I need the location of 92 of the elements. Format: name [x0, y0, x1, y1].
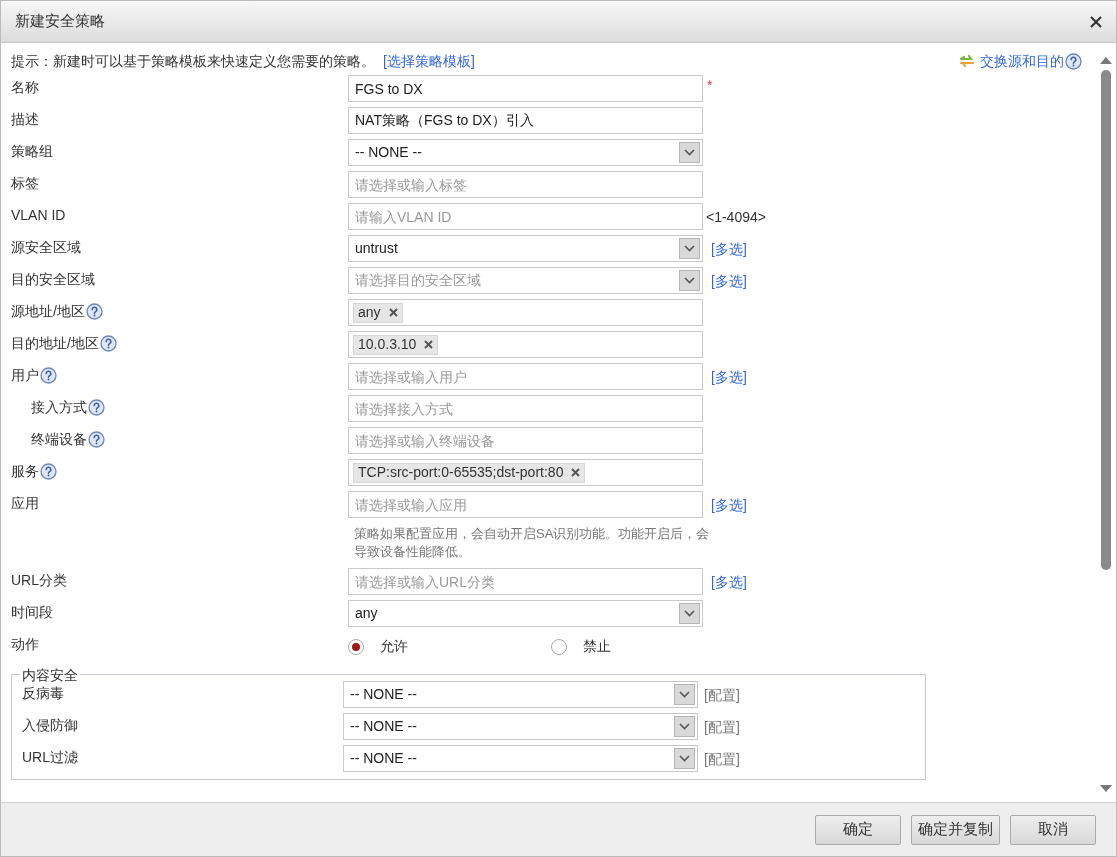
multi-select-link[interactable]: [多选]: [711, 568, 747, 594]
field-label: 源地址/地区: [11, 302, 85, 321]
swap-icon: [958, 53, 976, 69]
dropdown-button[interactable]: [679, 238, 700, 259]
config-link[interactable]: [配置]: [704, 745, 740, 771]
input-field[interactable]: 请选择或输入URL分类: [348, 568, 703, 596]
input-field[interactable]: 请输入VLAN ID: [348, 203, 703, 230]
field-label: URL过滤: [22, 748, 78, 768]
radio-button[interactable]: [348, 638, 364, 655]
help-icon[interactable]: [40, 463, 57, 480]
tag-chip[interactable]: 10.0.3.10: [353, 334, 439, 355]
dropdown-button[interactable]: [679, 270, 700, 291]
dropdown-field[interactable]: -- NONE --: [343, 681, 698, 709]
chevron-icon: [679, 691, 690, 699]
dropdown-field[interactable]: untrust: [348, 235, 703, 262]
scrollbar-thumb[interactable]: [1101, 70, 1111, 570]
dialog-button[interactable]: 确定: [815, 814, 901, 845]
field-label: 入侵防御: [22, 716, 78, 736]
close-icon[interactable]: [1090, 15, 1102, 28]
chevron-icon: [684, 277, 695, 284]
field-label: 终端设备: [31, 430, 87, 449]
dialog-button[interactable]: 确定并复制: [911, 814, 1000, 845]
field-label: 用户: [11, 366, 39, 385]
multi-select-link[interactable]: [多选]: [711, 235, 747, 260]
template-link[interactable]: [选择策略模板]: [383, 50, 475, 72]
chevron-icon: [684, 245, 695, 252]
chevron-icon: [679, 755, 690, 763]
field-label: 名称: [11, 78, 39, 97]
tag-chip[interactable]: any: [353, 302, 403, 323]
input-field[interactable]: 请选择或输入应用: [348, 491, 703, 518]
remove-icon[interactable]: [571, 468, 581, 477]
scroll-up-icon[interactable]: [1100, 57, 1112, 64]
input-field[interactable]: 请选择或输入标签: [348, 171, 703, 198]
dropdown-field[interactable]: any: [348, 600, 703, 628]
dropdown-field[interactable]: -- NONE --: [348, 139, 703, 166]
radio-label: 禁止: [583, 637, 611, 657]
multi-select-link[interactable]: [多选]: [711, 267, 747, 292]
range-hint: <1-4094>: [706, 208, 766, 227]
field-label: 时间段: [11, 603, 53, 623]
radio-button[interactable]: [551, 638, 567, 655]
field-label: 源安全区域: [11, 238, 81, 257]
dialog-button[interactable]: 取消: [1010, 814, 1096, 845]
tag-field[interactable]: 10.0.3.10: [348, 331, 703, 358]
input-field[interactable]: NAT策略（FGS to DX）引入: [348, 107, 703, 134]
field-label: 服务: [11, 462, 39, 481]
dropdown-button[interactable]: [674, 716, 695, 738]
input-field[interactable]: 请选择或输入用户: [348, 363, 703, 390]
tag-chip[interactable]: TCP:src-port:0-65535;dst-port:80: [353, 462, 586, 483]
remove-icon[interactable]: [388, 308, 398, 317]
dropdown-button[interactable]: [679, 142, 700, 163]
multi-select-link[interactable]: [多选]: [711, 491, 747, 516]
help-icon[interactable]: [99, 335, 117, 352]
field-label: 目的安全区域: [11, 270, 95, 289]
dropdown-button[interactable]: [679, 603, 700, 625]
field-label: URL分类: [11, 571, 67, 591]
swap-link[interactable]: 交换源和目的: [980, 50, 1064, 72]
field-label: 目的地址/地区: [11, 334, 99, 353]
help-icon[interactable]: [1065, 52, 1082, 70]
input-field[interactable]: 请选择或输入终端设备: [348, 427, 703, 454]
radio-label: 允许: [380, 637, 408, 657]
input-field[interactable]: 请选择接入方式: [348, 395, 703, 422]
scroll-down-icon[interactable]: [1100, 785, 1112, 792]
field-label: VLAN ID: [11, 206, 66, 225]
field-label: 应用: [11, 494, 39, 513]
field-label: 接入方式: [31, 398, 87, 417]
field-label: 动作: [11, 635, 39, 655]
field-label: 反病毒: [22, 684, 64, 704]
multi-select-link[interactable]: [多选]: [711, 363, 747, 388]
help-icon[interactable]: [40, 367, 57, 384]
field-label: 标签: [11, 174, 39, 193]
dropdown-button[interactable]: [674, 748, 695, 770]
note-text: 策略如果配置应用，会自动开启SA识别功能。功能开启后，会导致设备性能降低。: [353, 525, 711, 561]
window-title: 新建安全策略: [15, 11, 105, 32]
required-mark: *: [707, 76, 713, 95]
field-label: 策略组: [11, 142, 53, 161]
hint-text: 提示：新建时可以基于策略模板来快速定义您需要的策略。: [11, 51, 375, 71]
field-label: 描述: [11, 110, 39, 129]
dropdown-button[interactable]: [674, 684, 695, 706]
help-icon[interactable]: [88, 431, 105, 448]
input-field[interactable]: FGS to DX: [348, 75, 703, 102]
chevron-icon: [684, 149, 695, 156]
chevron-icon: [684, 610, 695, 618]
dropdown-field[interactable]: -- NONE --: [343, 713, 698, 741]
tag-field[interactable]: TCP:src-port:0-65535;dst-port:80: [348, 459, 703, 486]
config-link[interactable]: [配置]: [704, 713, 740, 739]
dropdown-field[interactable]: -- NONE --: [343, 745, 698, 773]
remove-icon[interactable]: [424, 340, 434, 349]
tag-field[interactable]: any: [348, 299, 703, 326]
config-link[interactable]: [配置]: [704, 681, 740, 707]
help-icon[interactable]: [85, 303, 103, 320]
help-icon[interactable]: [88, 399, 105, 416]
chevron-icon: [679, 723, 690, 731]
